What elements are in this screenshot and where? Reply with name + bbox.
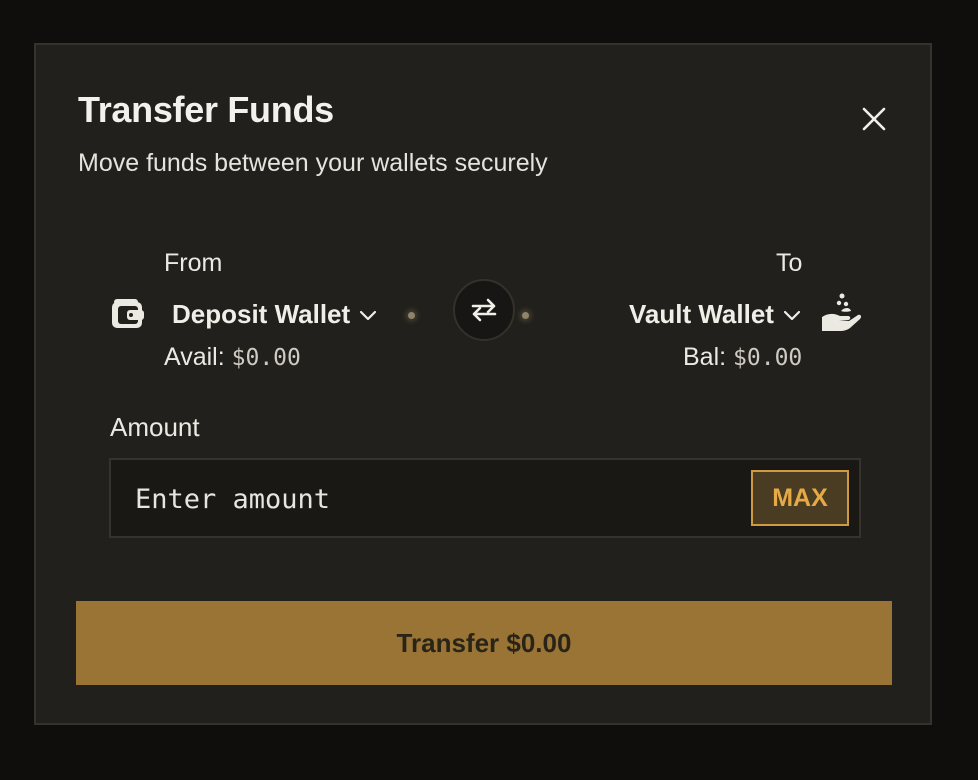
from-wallet-select[interactable]: Deposit Wallet xyxy=(172,299,378,330)
to-balance-label: Bal: xyxy=(683,343,727,371)
to-label: To xyxy=(776,249,803,277)
dialog-title: Transfer Funds xyxy=(78,89,334,130)
from-label: From xyxy=(164,249,223,277)
max-button[interactable]: MAX xyxy=(751,470,849,526)
close-icon xyxy=(862,107,886,131)
amount-label: Amount xyxy=(110,412,200,442)
chevron-down-icon xyxy=(783,310,801,320)
amount-field-container: MAX xyxy=(109,458,861,538)
from-balance-label: Avail: xyxy=(164,343,225,371)
transfer-funds-dialog: Transfer Funds Move funds between your w… xyxy=(34,43,932,725)
dialog-subtitle: Move funds between your wallets securely xyxy=(78,149,548,177)
transfer-button[interactable]: Transfer $0.00 xyxy=(76,601,892,685)
close-button[interactable] xyxy=(854,99,894,139)
to-vault-balance: Bal: $0.00 xyxy=(683,343,802,372)
to-wallet-select[interactable]: Vault Wallet xyxy=(629,299,802,330)
hand-coin-icon xyxy=(822,293,862,331)
connector-dot-left xyxy=(408,312,415,319)
to-wallet-name: Vault Wallet xyxy=(629,299,774,329)
to-balance-value: $0.00 xyxy=(733,345,803,371)
swap-arrows-icon xyxy=(471,298,497,322)
amount-input[interactable] xyxy=(133,474,737,524)
connector-dot-right xyxy=(522,312,529,319)
from-balance-value: $0.00 xyxy=(231,345,301,371)
from-available-balance: Avail: $0.00 xyxy=(164,343,301,372)
from-wallet-name: Deposit Wallet xyxy=(172,299,351,329)
chevron-down-icon xyxy=(360,310,377,320)
wallet-icon xyxy=(112,299,144,328)
swap-wallets-button[interactable] xyxy=(453,279,515,341)
